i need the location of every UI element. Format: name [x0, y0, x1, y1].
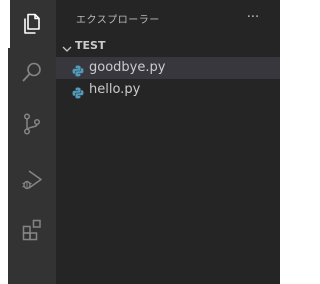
file-item-goodbye[interactable]: goodbye.py — [56, 57, 280, 79]
activity-run-debug[interactable] — [8, 156, 56, 204]
source-control-icon — [20, 112, 44, 136]
search-icon — [20, 60, 44, 84]
window-edge — [280, 0, 290, 284]
folder-name: TEST — [75, 39, 106, 52]
more-actions-icon: ··· — [246, 9, 260, 25]
more-actions-button[interactable]: ··· — [242, 6, 264, 28]
vscode-window: エクスプローラー ··· TEST goodbye.py hello.py — [0, 0, 290, 284]
folder-section-header[interactable]: TEST — [56, 35, 280, 57]
activity-search[interactable] — [8, 48, 56, 96]
activity-bar — [8, 0, 56, 284]
activity-extensions[interactable] — [8, 206, 56, 254]
activity-source-control[interactable] — [8, 100, 56, 148]
file-item-hello[interactable]: hello.py — [56, 79, 280, 101]
explorer-sidebar: エクスプローラー ··· TEST goodbye.py hello.py — [56, 0, 280, 284]
activity-explorer[interactable] — [8, 0, 56, 48]
python-file-icon — [72, 84, 84, 99]
sidebar-header: エクスプローラー ··· — [56, 0, 280, 35]
file-name: goodbye.py — [89, 60, 166, 75]
file-name: hello.py — [89, 82, 141, 97]
extensions-icon — [20, 218, 44, 242]
explorer-icon — [20, 12, 44, 36]
run-debug-icon — [20, 168, 44, 192]
sidebar-title: エクスプローラー — [76, 15, 160, 26]
python-file-icon — [72, 62, 84, 77]
